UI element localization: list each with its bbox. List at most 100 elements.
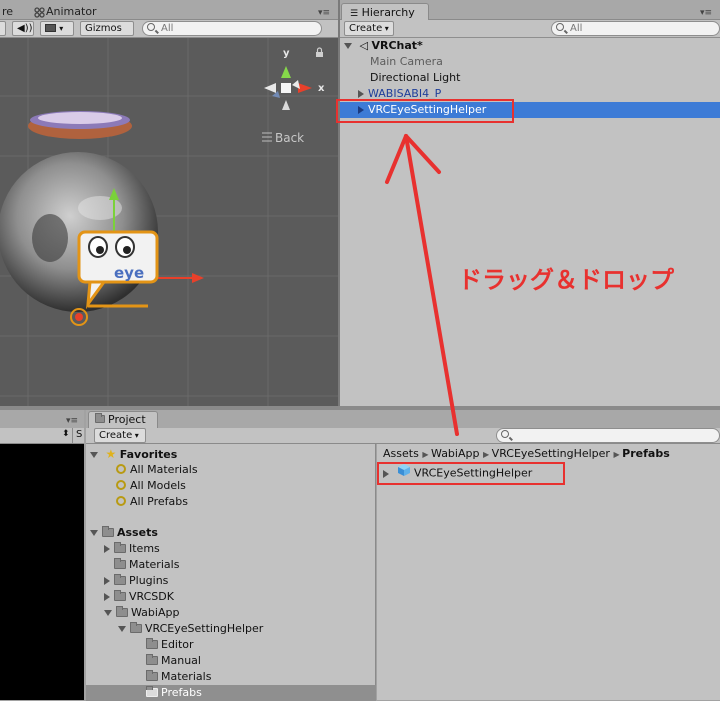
tree-item-vrceyesettinghelper[interactable]: VRCEyeSettingHelper: [118, 621, 263, 637]
chevron-down-icon: ▾: [132, 431, 139, 440]
tree-item-plugins[interactable]: Plugins: [104, 573, 168, 589]
highlight-box-hierarchy: [336, 99, 514, 123]
tree-item-label: Manual: [161, 654, 201, 667]
scene-view[interactable]: eye y x Back: [0, 38, 338, 406]
tree-item-label: Prefabs: [161, 686, 202, 699]
search-icon: [501, 430, 509, 438]
hierarchy-panel: ◁ VRChat* Main Camera Directional Light …: [340, 38, 720, 406]
panel-menu-icon[interactable]: ▾≡: [66, 416, 78, 426]
axis-y-label: y: [283, 48, 290, 59]
scene-name: VRChat*: [371, 39, 423, 52]
tree-item-prefabs[interactable]: Prefabs: [86, 685, 376, 701]
scene-search-input[interactable]: All: [142, 21, 322, 36]
orientation-gizmo[interactable]: [264, 66, 312, 110]
assets-row[interactable]: Assets: [90, 525, 158, 541]
expand-arrow-icon: [104, 577, 110, 585]
tab-animator[interactable]: Animator: [28, 3, 103, 20]
expand-arrow-icon: [344, 43, 352, 49]
eye-helper-gizmo[interactable]: eye: [70, 230, 159, 326]
console-toolbar: ⬍ S: [0, 428, 84, 444]
breadcrumb-item[interactable]: Assets: [383, 447, 419, 460]
project-toolbar: Create ▾: [86, 428, 720, 444]
tree-item-label: Plugins: [129, 574, 169, 587]
effects-dropdown[interactable]: ▾: [40, 21, 74, 36]
hat-model: [28, 111, 132, 139]
console-column-label: S: [76, 429, 83, 440]
scene-root-row[interactable]: ◁ VRChat*: [340, 38, 720, 54]
audio-toggle[interactable]: ◀)): [12, 21, 34, 36]
favorites-row[interactable]: ★ Favorites: [90, 446, 177, 462]
tree-item-materials[interactable]: Materials: [114, 557, 179, 573]
tree-item-label: Editor: [161, 638, 194, 651]
favorite-all-models[interactable]: All Models: [116, 478, 186, 494]
scroll-control-icon[interactable]: ⬍: [62, 429, 70, 439]
create-dropdown[interactable]: Create ▾: [344, 21, 394, 36]
animator-icon: [34, 7, 45, 18]
search-placeholder: All: [161, 23, 174, 34]
gizmos-label: Gizmos: [85, 23, 122, 34]
back-hamburger-icon: [262, 132, 272, 142]
search-placeholder: All: [570, 23, 583, 34]
expand-arrow-icon: [118, 626, 126, 632]
tab-hierarchy[interactable]: ☰ Hierarchy: [341, 3, 429, 21]
breadcrumb-item[interactable]: WabiApp: [431, 447, 479, 460]
tree-item-label: Materials: [129, 558, 180, 571]
tree-item-manual[interactable]: Manual: [146, 653, 201, 669]
folder-icon: [146, 669, 158, 681]
tab-scene[interactable]: re: [0, 3, 19, 20]
panel-menu-icon[interactable]: ▾≡: [700, 8, 712, 18]
hierarchy-item-directional-light[interactable]: Directional Light: [340, 70, 720, 86]
folder-icon: [114, 589, 126, 601]
hierarchy-tab-label: Hierarchy: [361, 6, 415, 19]
favorite-all-materials[interactable]: All Materials: [116, 462, 198, 478]
expand-arrow-icon: [104, 593, 110, 601]
tree-item-vrcsdk[interactable]: VRCSDK: [104, 589, 174, 605]
tree-item-editor[interactable]: Editor: [146, 637, 194, 653]
panel-splitter[interactable]: [72, 428, 73, 443]
folder-icon: [146, 637, 158, 649]
hierarchy-search-input[interactable]: All: [551, 21, 720, 36]
panel-menu-icon[interactable]: ▾≡: [318, 8, 330, 18]
folder-icon: [114, 573, 126, 585]
tree-item-wabiapp[interactable]: WabiApp: [104, 605, 179, 621]
back-label[interactable]: Back: [275, 131, 304, 145]
tree-item-label: Materials: [161, 670, 212, 683]
favorites-label: Favorites: [119, 448, 178, 461]
expand-arrow-icon: [104, 545, 110, 553]
expand-arrow-icon: [90, 530, 98, 536]
project-search-input[interactable]: [496, 428, 720, 443]
breadcrumb-item[interactable]: VRCEyeSettingHelper: [492, 447, 610, 460]
breadcrumb-item[interactable]: Prefabs: [622, 447, 670, 460]
hierarchy-item-main-camera[interactable]: Main Camera: [340, 54, 720, 70]
tab-project[interactable]: Project: [88, 411, 158, 429]
folder-tab-icon: [95, 413, 105, 423]
project-tab-label: Project: [108, 413, 146, 426]
unity-scene-icon: ◁: [359, 39, 368, 52]
lock-icon[interactable]: [316, 47, 323, 57]
tree-item-items[interactable]: Items: [104, 541, 160, 557]
console-tab-bar: ▾≡: [0, 410, 84, 428]
favorite-all-prefabs[interactable]: All Prefabs: [116, 494, 188, 510]
axis-x-label: x: [318, 83, 325, 94]
tree-item-label: VRCEyeSettingHelper: [145, 622, 264, 635]
search-icon: [556, 23, 564, 31]
gizmos-dropdown[interactable]: Gizmos ▾: [80, 21, 134, 46]
hierarchy-toolbar: Create ▾ All: [340, 20, 720, 38]
project-folder-tree: ★ Favorites All Materials All Models All…: [86, 444, 376, 701]
chevron-right-icon: ▶: [613, 450, 623, 459]
list-icon: ☰: [350, 9, 359, 19]
create-dropdown[interactable]: Create ▾: [94, 428, 146, 443]
drag-and-drop-label: ドラッグ＆ドロップ: [458, 266, 674, 294]
tree-item-materials-sub[interactable]: Materials: [146, 669, 211, 685]
folder-icon: [130, 621, 142, 633]
chevron-down-icon: ▾: [59, 24, 64, 33]
tree-item-label: WabiApp: [131, 606, 180, 619]
2d-toggle[interactable]: [0, 21, 6, 36]
create-label: Create: [99, 430, 133, 441]
favorite-label: All Models: [130, 479, 186, 492]
tree-item-label: Items: [129, 542, 160, 555]
project-tab-bar: [86, 410, 720, 428]
create-label: Create: [349, 23, 383, 34]
assets-label: Assets: [117, 526, 158, 539]
search-icon: [116, 496, 126, 506]
